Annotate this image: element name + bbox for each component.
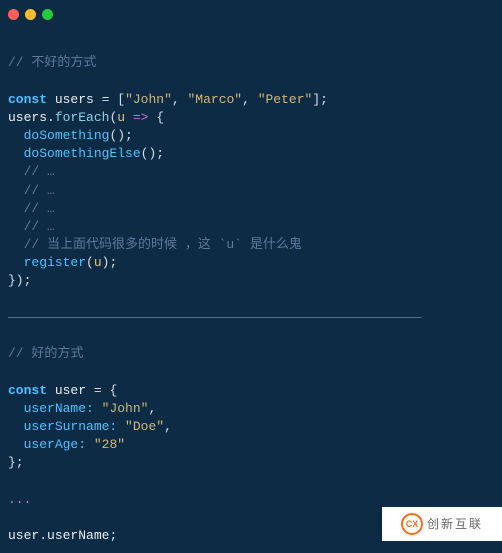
divider: ————————————————————————————————————————… [8,310,421,325]
close-icon[interactable] [8,9,19,20]
comment-bad: // 不好的方式 [8,55,96,70]
keyword-const: const [8,383,47,398]
method-foreach: forEach [55,110,110,125]
comment-good: // 好的方式 [8,346,83,361]
var-users: users [8,110,47,125]
call-dosomething: doSomething [24,128,110,143]
code-block: // 不好的方式 const users = ["John", "Marco",… [0,28,502,553]
ellipsis: ... [8,492,31,507]
prop-usersurname: userSurname: [24,419,118,434]
call-dosomethingelse: doSomethingElse [24,146,141,161]
watermark-logo-icon: CX [401,513,423,535]
maximize-icon[interactable] [42,9,53,20]
watermark-text: 创新互联 [427,516,483,533]
watermark: CX 创新互联 [382,507,502,541]
window-titlebar [0,0,502,28]
call-register: register [24,255,86,270]
var-user: user [55,383,86,398]
prop-username: userName: [24,401,94,416]
var-users: users [55,92,94,107]
comment-u-unknown: // 当上面代码很多的时候 ，这 `u` 是什么鬼 [24,237,302,252]
keyword-const: const [8,92,47,107]
prop-userage: userAge: [24,437,86,452]
minimize-icon[interactable] [25,9,36,20]
